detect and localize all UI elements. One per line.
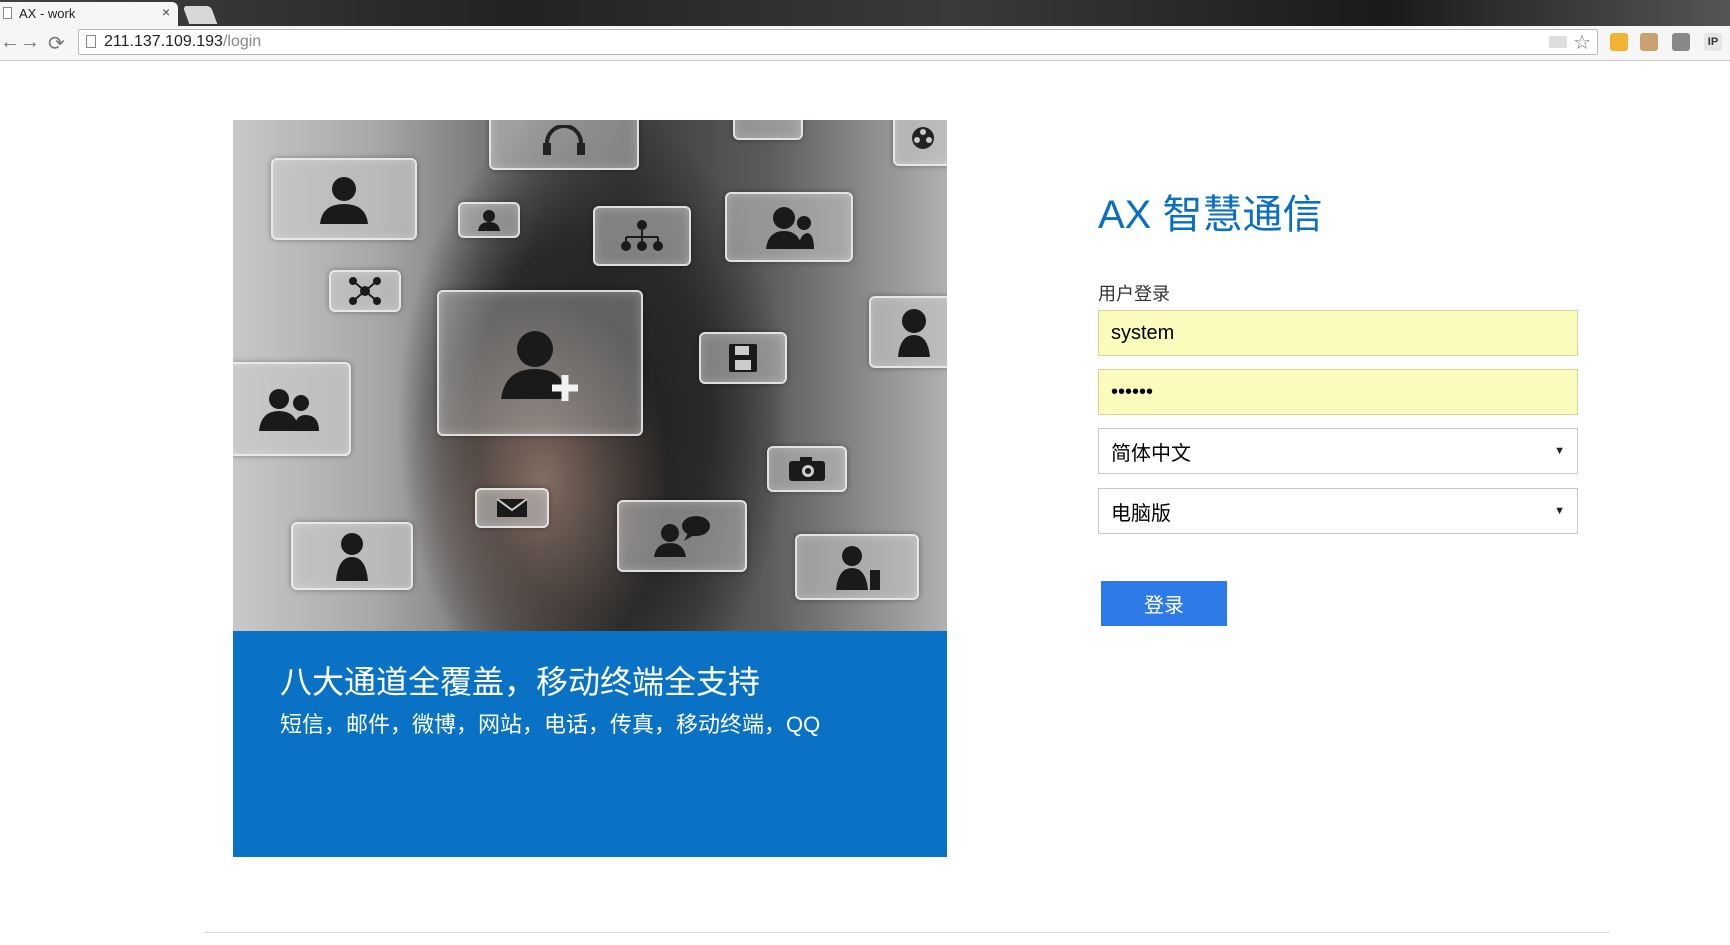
add-user-icon	[437, 290, 643, 436]
version-select[interactable]: 电脑版 ▼	[1098, 488, 1578, 534]
extension-window-icon[interactable]	[1672, 33, 1690, 51]
hero-panel: 八大通道全覆盖，移动终端全支持 短信，邮件，微博，网站，电话，传真，移动终端，Q…	[233, 120, 947, 857]
page-icon	[3, 7, 12, 19]
headset-icon	[489, 120, 639, 170]
login-button[interactable]: 登录	[1101, 581, 1227, 626]
back-arrow-icon[interactable]: ←	[0, 31, 20, 54]
banner-subtitle: 短信，邮件，微博，网站，电话，传真，移动终端，QQ	[280, 712, 821, 737]
page-action-icon[interactable]	[1549, 36, 1567, 48]
user-login-label: 用户登录	[1098, 284, 1170, 304]
url-text[interactable]: 211.137.109.193/login	[104, 33, 261, 51]
version-select-value: 电脑版	[1111, 502, 1171, 525]
user-side-icon	[869, 296, 947, 368]
username-input[interactable]	[1098, 310, 1578, 356]
phone-icon	[733, 120, 803, 140]
footer-divider	[205, 932, 1610, 933]
org-chart-icon	[593, 206, 691, 266]
page-icon	[86, 35, 96, 48]
tab-close-icon[interactable]: ×	[162, 4, 170, 20]
tab-title: AX - work	[19, 6, 76, 21]
network-nodes-icon	[329, 270, 401, 312]
bookmark-star-icon[interactable]: ☆	[1573, 30, 1591, 55]
language-select[interactable]: 简体中文 ▼	[1098, 428, 1578, 474]
chevron-down-icon: ▼	[1554, 445, 1565, 457]
user-female-icon	[291, 522, 413, 590]
password-input[interactable]	[1098, 369, 1578, 415]
users-group-icon	[233, 362, 351, 456]
extension-cube-icon[interactable]	[1610, 33, 1628, 51]
browser-tab-active[interactable]: AX - work ×	[0, 2, 178, 26]
forward-arrow-icon[interactable]: →	[20, 31, 40, 54]
envelope-icon	[475, 488, 549, 528]
user-id-icon	[795, 534, 919, 600]
hero-image	[233, 120, 947, 631]
user-small-icon	[458, 202, 520, 238]
film-reel-icon	[893, 120, 947, 166]
language-select-value: 简体中文	[1111, 442, 1191, 465]
browser-toolbar: ← → ⟳ 211.137.109.193/login ☆ IP	[0, 26, 1730, 61]
address-bar[interactable]: 211.137.109.193/login ☆	[78, 29, 1598, 55]
user-group-female-icon	[725, 192, 853, 262]
app-title: AX 智慧通信	[1098, 193, 1323, 237]
reload-icon[interactable]: ⟳	[48, 31, 65, 56]
extension-people-icon[interactable]	[1640, 33, 1658, 51]
user-profile-icon	[271, 158, 417, 240]
extension-ip-icon[interactable]: IP	[1704, 33, 1722, 51]
user-chat-icon	[617, 500, 747, 572]
chevron-down-icon: ▼	[1554, 505, 1565, 517]
new-tab-button[interactable]	[182, 6, 218, 24]
hero-banner: 八大通道全覆盖，移动终端全支持 短信，邮件，微博，网站，电话，传真，移动终端，Q…	[233, 631, 947, 857]
browser-tabstrip: AX - work ×	[0, 0, 1730, 26]
camera-icon	[767, 446, 847, 492]
banner-title: 八大通道全覆盖，移动终端全支持	[280, 664, 761, 700]
floppy-disk-icon	[699, 332, 787, 384]
